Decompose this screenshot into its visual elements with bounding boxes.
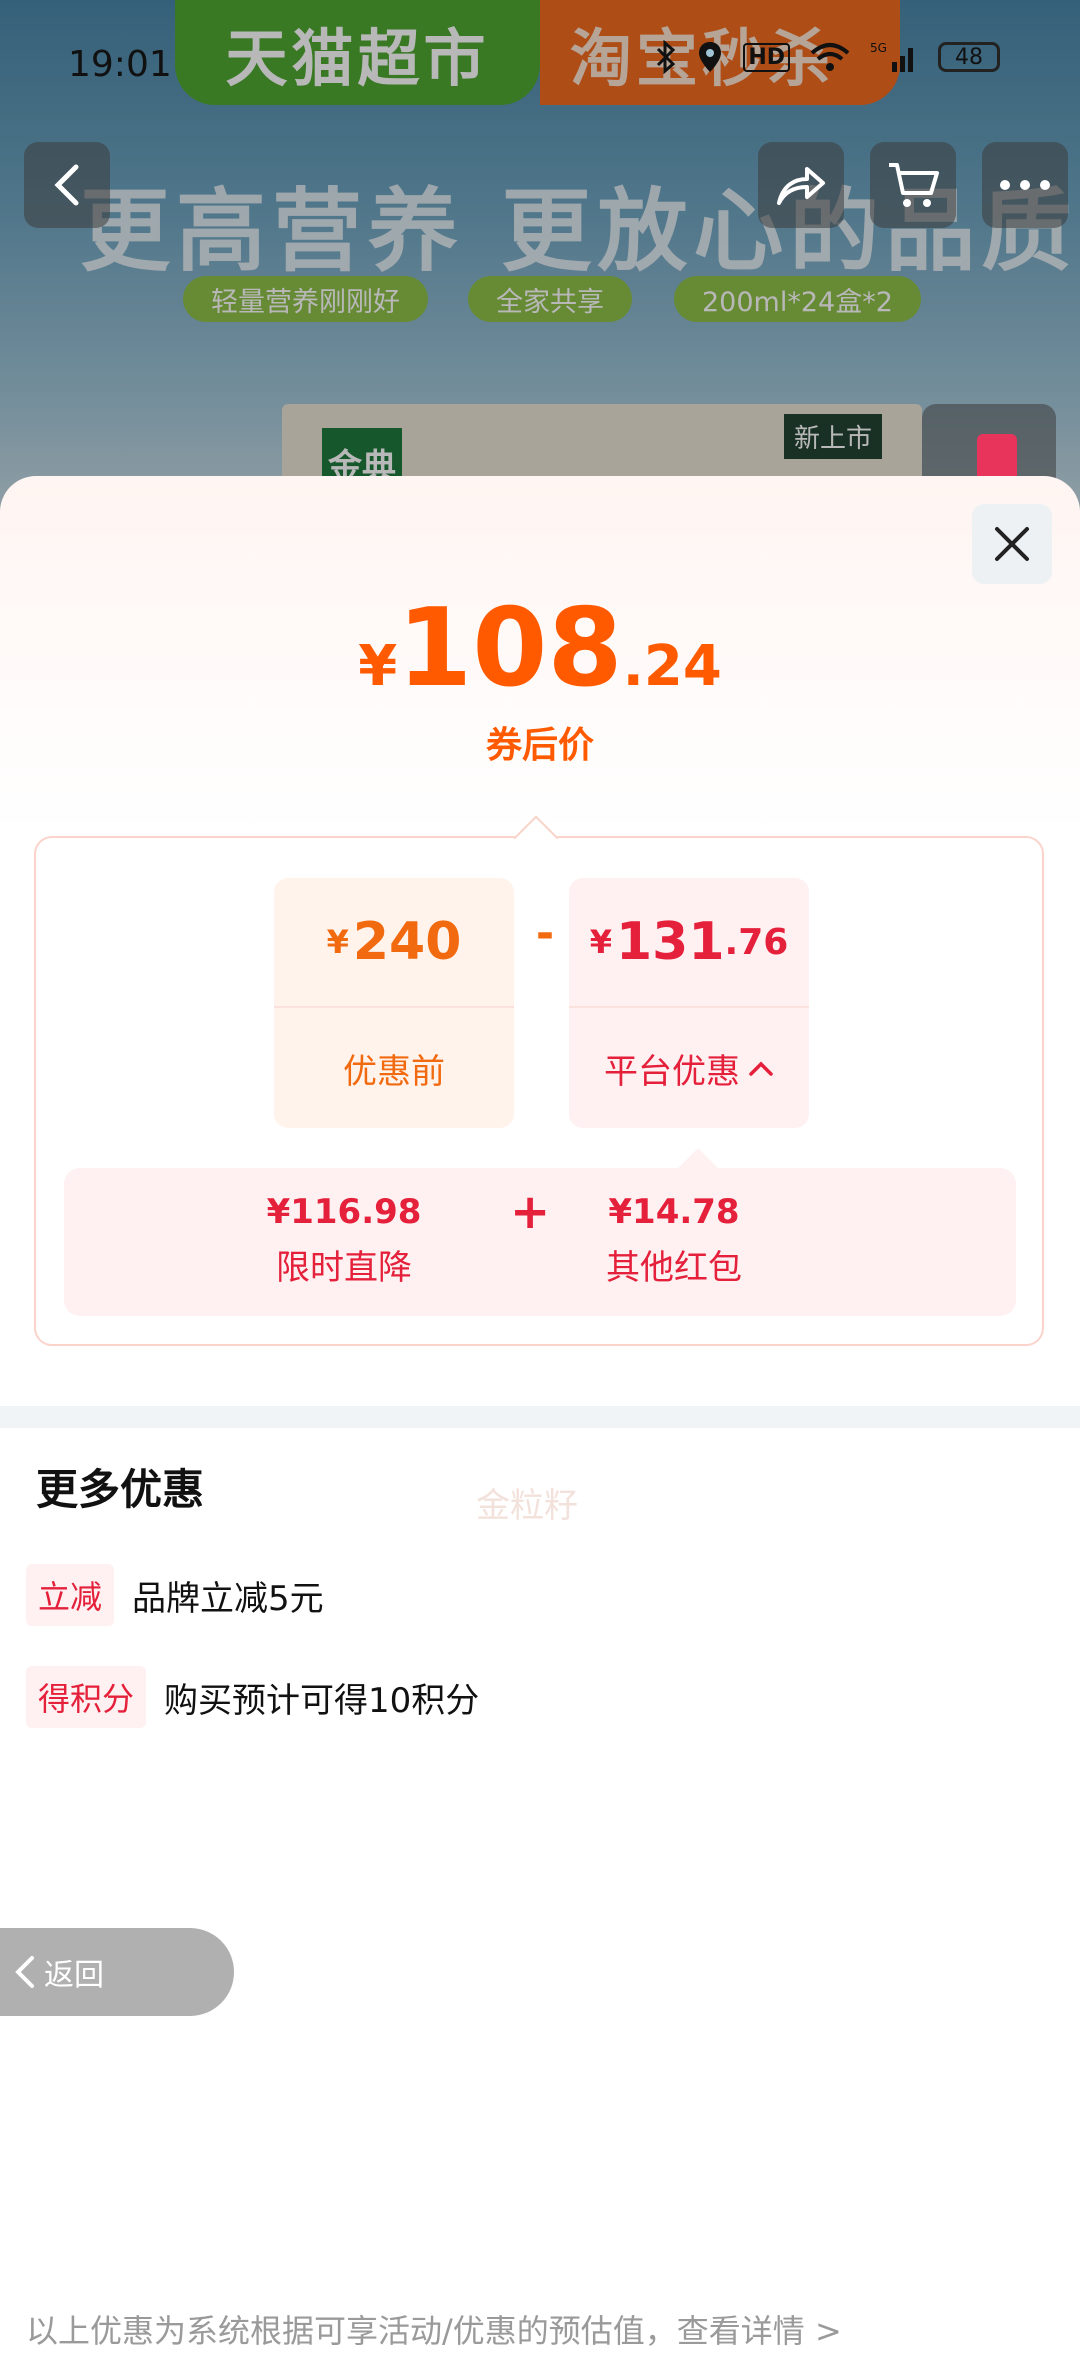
ranking-float-button[interactable] (922, 404, 1056, 484)
platform-discount-decimal: .76 (724, 921, 789, 963)
platform-discount-label[interactable]: 平台优惠 (569, 1008, 809, 1128)
red-packet-item: ¥14.78 其他红包 (564, 1192, 784, 1289)
battery-indicator: 48 (938, 42, 1000, 72)
promo-row: 立减 品牌立减5元 (26, 1564, 324, 1626)
original-price-box: ¥240 优惠前 (274, 878, 514, 1128)
share-button[interactable] (758, 142, 844, 228)
hd-icon: HD (743, 42, 790, 72)
direct-discount-value: ¥116.98 (266, 1192, 422, 1232)
breakdown-pointer (513, 815, 559, 861)
direct-discount-label: 限时直降 (276, 1248, 412, 1288)
promo-text: 品牌立减5元 (132, 1578, 324, 1619)
more-button[interactable] (982, 142, 1068, 228)
promo-row: 得积分 购买预计可得10积分 (26, 1666, 479, 1728)
chevron-left-icon (15, 1956, 34, 1988)
final-price-decimal: .24 (622, 634, 722, 699)
sub-box-pointer (678, 1148, 718, 1188)
platform-discount-detail: ¥116.98 限时直降 + ¥14.78 其他红包 (64, 1148, 1016, 1316)
cart-icon (889, 163, 939, 207)
share-icon (777, 167, 825, 205)
promo-tag: 立减 (26, 1564, 115, 1626)
bluetooth-icon (657, 40, 676, 74)
price-breakdown: ¥240 优惠前 - ¥131.76 平台优惠 金粒籽 ¥116.98 限时直降… (34, 815, 1044, 1526)
platform-discount-currency: ¥ (589, 923, 612, 961)
return-button[interactable]: 返回 (0, 1928, 234, 2016)
more-promos-title: 更多优惠 (36, 1465, 205, 1514)
red-packet-value: ¥14.78 (608, 1192, 740, 1232)
final-price-currency: ¥ (358, 634, 398, 699)
original-price-currency: ¥ (326, 923, 349, 961)
promo-text: 购买预计可得10积分 (164, 1680, 480, 1721)
close-icon (995, 527, 1029, 561)
original-price-amount: ¥240 (274, 878, 514, 1006)
section-divider (0, 1406, 1080, 1428)
watermark-text: 金粒籽 (476, 1486, 578, 1526)
original-price-label: 优惠前 (343, 1051, 445, 1092)
wifi-icon (810, 43, 850, 71)
status-time: 19:01 (68, 44, 172, 85)
cart-button[interactable] (870, 142, 956, 228)
platform-discount-amount: ¥131.76 (569, 878, 809, 1006)
return-label: 返回 (44, 1958, 104, 1993)
promo-tag: 得积分 (26, 1666, 147, 1728)
plus-sign: + (510, 1184, 551, 1240)
platform-discount-box[interactable]: ¥131.76 平台优惠 (569, 878, 809, 1128)
final-price-integer: 108 (397, 586, 623, 711)
signal-5g-icon: 5G (870, 41, 913, 72)
close-button[interactable] (972, 504, 1052, 584)
estimate-details-link[interactable]: 以上优惠为系统根据可享活动/优惠的预估值，查看详情 > (26, 2306, 842, 2352)
minus-sign: - (535, 908, 555, 959)
direct-discount-item: ¥116.98 限时直降 (234, 1192, 454, 1289)
platform-discount-text: 平台优惠 (604, 1051, 740, 1092)
location-icon (699, 42, 722, 72)
final-price-label: 券后价 (485, 725, 594, 766)
price-detail-sheet: ¥108.24 券后价 ¥240 优惠前 - ¥131.76 平台优惠 金粒籽 (0, 476, 1080, 2376)
chevron-up-icon (749, 1061, 773, 1076)
status-icons: HD 5G 48 (655, 40, 1000, 74)
more-icon (1000, 180, 1050, 190)
status-bar: 19:01 HD 5G 48 (0, 0, 1080, 120)
red-packet-label: 其他红包 (606, 1248, 742, 1288)
final-price: ¥108.24 (0, 586, 1080, 711)
back-nav-button[interactable] (24, 142, 110, 228)
chevron-left-icon (54, 164, 79, 206)
platform-discount-integer: 131 (615, 912, 725, 972)
original-price-integer: 240 (352, 912, 462, 972)
svg-text:5G: 5G (870, 41, 887, 55)
